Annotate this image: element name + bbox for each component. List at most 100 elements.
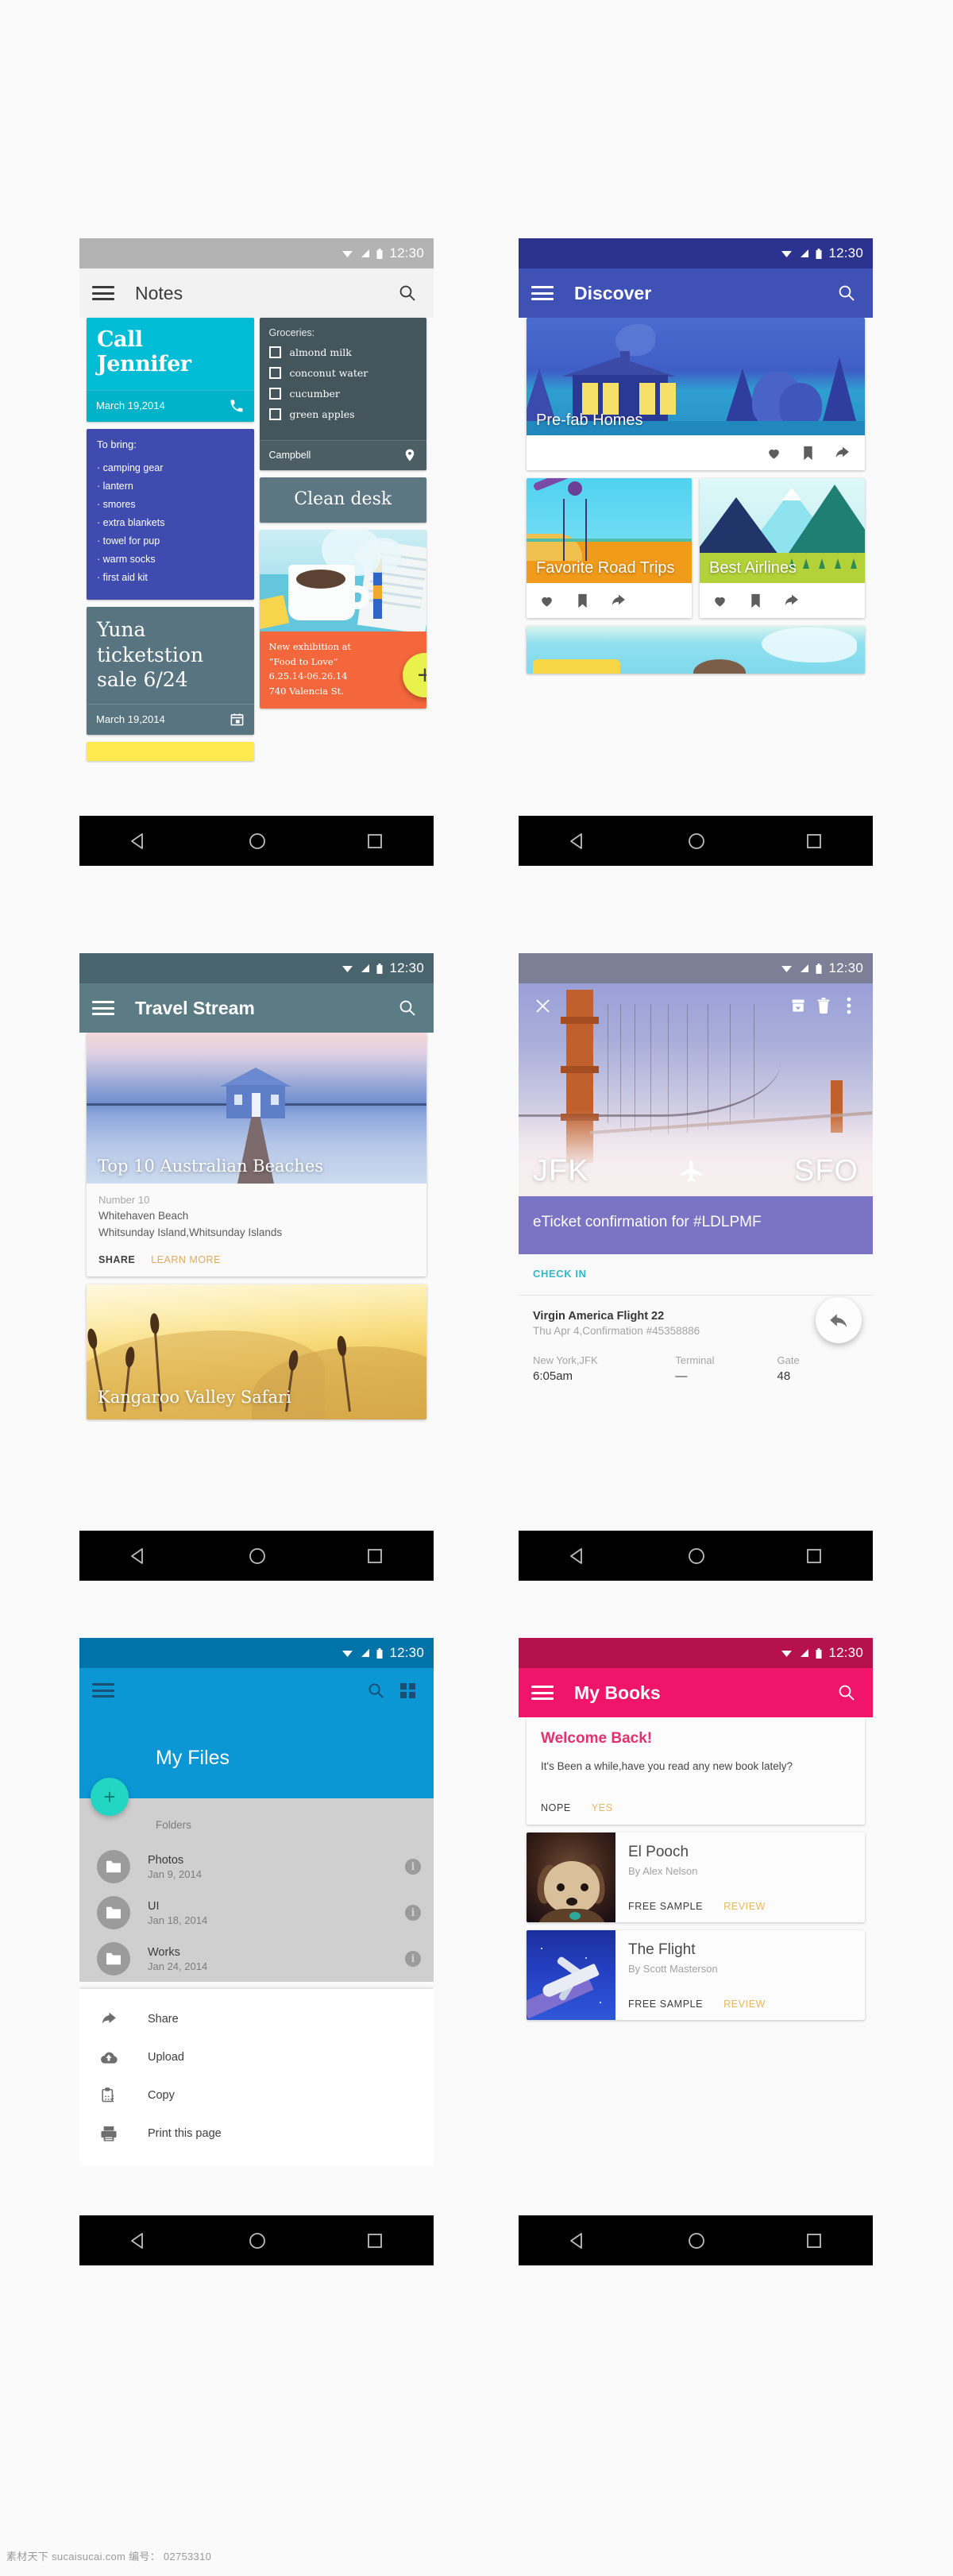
review-button[interactable]: REVIEW [723,1999,766,2010]
list-item[interactable]: Photos Jan 9, 2014 i [79,1844,434,1890]
hamburger-icon[interactable] [92,1682,114,1699]
archive-icon[interactable] [785,993,811,1018]
discover-card-partial[interactable] [527,626,865,674]
heart-icon[interactable] [766,446,781,461]
search-icon[interactable] [394,280,421,307]
free-sample-button[interactable]: FREE SAMPLE [628,1999,703,2010]
search-icon[interactable] [833,280,860,307]
home-icon[interactable] [686,2230,707,2251]
free-sample-button[interactable]: FREE SAMPLE [628,1901,703,1912]
book-card[interactable]: The Flight By Scott Masterson FREE SAMPL… [527,1929,865,2020]
recents-icon[interactable] [365,2231,384,2250]
share-icon[interactable] [784,593,800,608]
menu-item-share[interactable]: Share [79,2000,434,2038]
travel-card[interactable]: Top 10 Australian Beaches Number 10 Whit… [87,1033,426,1276]
discover-card[interactable]: Pre-fab Homes [527,318,865,470]
review-button[interactable]: REVIEW [723,1901,766,1912]
home-icon[interactable] [247,2230,268,2251]
calendar-icon[interactable] [230,712,245,727]
search-icon[interactable] [833,1679,860,1706]
back-icon[interactable] [568,1546,588,1566]
add-file-fab[interactable]: + [91,1778,129,1816]
checkbox[interactable] [268,388,281,400]
back-icon[interactable] [568,831,588,852]
checklist-item[interactable]: conconut water [268,367,418,379]
hamburger-icon[interactable] [92,284,114,302]
recents-icon[interactable] [804,1547,824,1566]
phone-icon[interactable] [229,398,245,414]
home-icon[interactable] [247,1546,268,1566]
note-card-call[interactable]: Call Jennifer March 19,2014 [87,318,254,422]
book-title: El Pooch [628,1843,689,1860]
search-icon[interactable] [362,1677,389,1704]
close-icon[interactable] [530,993,555,1018]
discover-card[interactable]: Favorite Road Trips [527,478,692,618]
note-card-yuna[interactable]: Yuna ticketstion sale 6/24 March 19,2014 [87,607,254,735]
share-icon[interactable] [611,593,627,608]
reply-fab[interactable] [816,1296,862,1343]
travel-card[interactable]: Kangaroo Valley Safari [87,1284,426,1419]
note-card-clean-desk[interactable]: Clean desk [259,477,426,523]
home-icon[interactable] [686,1546,707,1566]
check-in-button[interactable]: CHECK IN [533,1268,587,1280]
search-icon[interactable] [394,994,421,1022]
grid-view-icon[interactable] [394,1677,421,1704]
note-card-to-bring[interactable]: To bring: camping gear lantern smores ex… [87,428,254,601]
hamburger-icon[interactable] [92,999,114,1017]
back-icon[interactable] [568,2230,588,2251]
recents-icon[interactable] [365,832,384,851]
discover-card[interactable]: Best Airlines [700,478,865,618]
heart-icon[interactable] [712,593,727,608]
heart-icon[interactable] [539,593,554,608]
back-icon[interactable] [129,831,149,852]
android-nav-bar [519,2215,873,2265]
note-label: To bring: [97,438,137,450]
share-button[interactable]: SHARE [98,1254,135,1265]
home-icon[interactable] [686,831,707,852]
checklist-item[interactable]: green apples [268,408,418,420]
hamburger-icon[interactable] [531,284,554,302]
bookmark-icon[interactable] [802,446,814,461]
menu-item-copy[interactable]: Copy [79,2076,434,2114]
note-date: March 19,2014 [96,400,165,412]
checkbox[interactable] [268,367,281,379]
menu-item-upload[interactable]: Upload [79,2038,434,2076]
overflow-menu-icon[interactable] [836,993,862,1018]
back-icon[interactable] [129,2230,149,2251]
book-card[interactable]: El Pooch By Alex Nelson FREE SAMPLE REVI… [527,1832,865,1922]
nope-button[interactable]: NOPE [541,1802,571,1813]
info-icon[interactable]: i [405,1951,421,1967]
list-item[interactable]: Works Jan 24, 2014 i [79,1936,434,1982]
recents-icon[interactable] [804,2231,824,2250]
phone-mockup-my-books: 12:30 My Books Welcome Back! It's Been a… [519,1638,873,2265]
hamburger-icon[interactable] [531,1684,554,1701]
location-pin-icon[interactable] [403,448,417,462]
info-icon[interactable]: i [405,1905,421,1921]
checklist-item[interactable]: cucumber [268,388,418,400]
yes-button[interactable]: YES [592,1802,613,1813]
menu-item-print[interactable]: Print this page [79,2114,434,2153]
recents-icon[interactable] [804,832,824,851]
home-icon[interactable] [247,831,268,852]
checkbox[interactable] [268,408,281,420]
note-card-yellow-partial[interactable] [87,741,254,761]
list-item[interactable]: UI Jan 18, 2014 i [79,1890,434,1936]
checklist-item[interactable]: almond milk [268,346,418,358]
check-in-row[interactable]: CHECK IN [519,1254,873,1296]
learn-more-button[interactable]: LEARN MORE [151,1254,221,1265]
bookmark-icon[interactable] [577,593,588,608]
share-icon[interactable] [835,446,851,461]
note-card-exhibition[interactable]: New exhibition at “Food to Love” 6.25.14… [259,530,426,709]
bookmark-icon[interactable] [750,593,762,608]
note-card-groceries[interactable]: Groceries: almond milk conconut water cu… [259,318,426,470]
app-bar [79,1668,434,1713]
best-airlines-illustration: Best Airlines [700,478,865,583]
recents-icon[interactable] [365,1547,384,1566]
my-books-screen: 12:30 My Books Welcome Back! It's Been a… [519,1638,873,2215]
list-item: first aid kit [97,569,244,587]
phone-mockup-notes: 12:30 Notes Call Jennifer March 19,2014 [79,238,434,866]
trash-icon[interactable] [811,993,836,1018]
back-icon[interactable] [129,1546,149,1566]
info-icon[interactable]: i [405,1859,421,1875]
checkbox[interactable] [268,346,281,358]
